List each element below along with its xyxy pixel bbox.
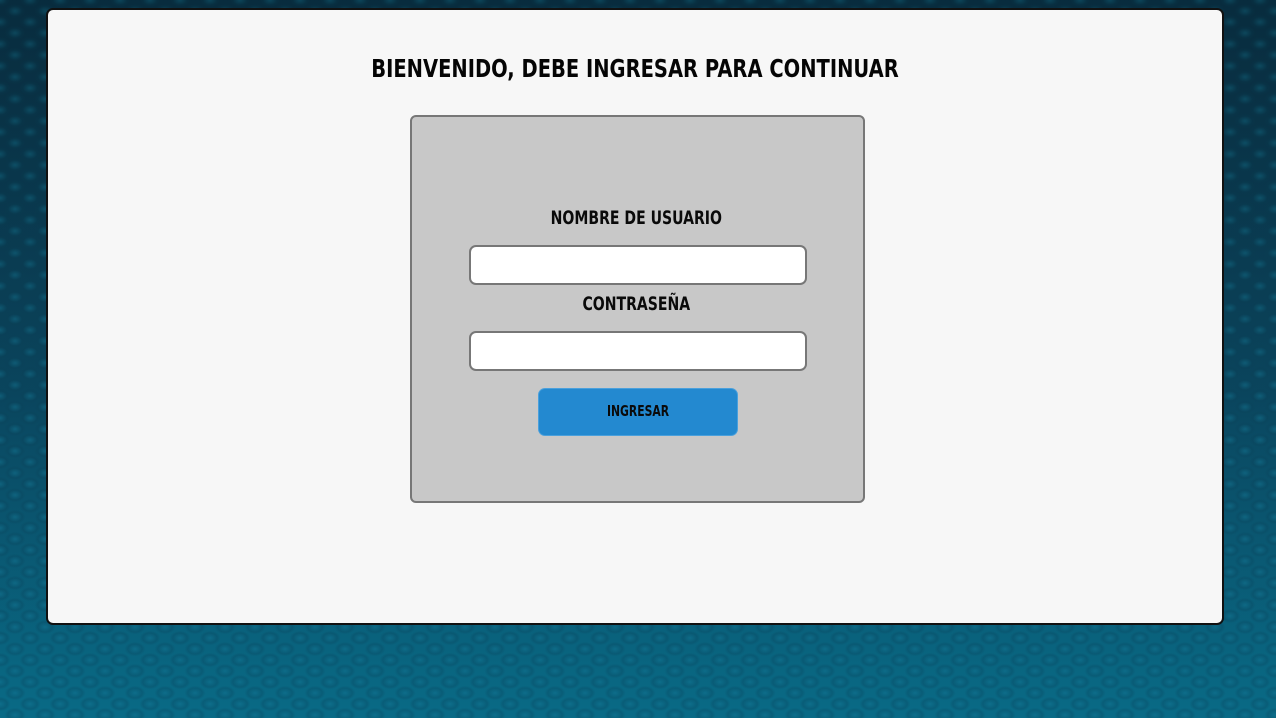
page-title: BIENVENIDO, DEBE INGRESAR PARA CONTINUAR <box>371 54 899 83</box>
password-input[interactable] <box>469 331 807 371</box>
login-button-label: INGRESAR <box>606 402 670 420</box>
main-panel: BIENVENIDO, DEBE INGRESAR PARA CONTINUAR… <box>46 8 1224 625</box>
username-input[interactable] <box>469 245 807 285</box>
login-form: NOMBRE DE USUARIO CONTRASEÑA INGRESAR <box>410 115 865 503</box>
password-label: CONTRASEÑA <box>582 293 691 315</box>
username-label: NOMBRE DE USUARIO <box>550 207 722 229</box>
login-button[interactable]: INGRESAR <box>538 388 738 436</box>
